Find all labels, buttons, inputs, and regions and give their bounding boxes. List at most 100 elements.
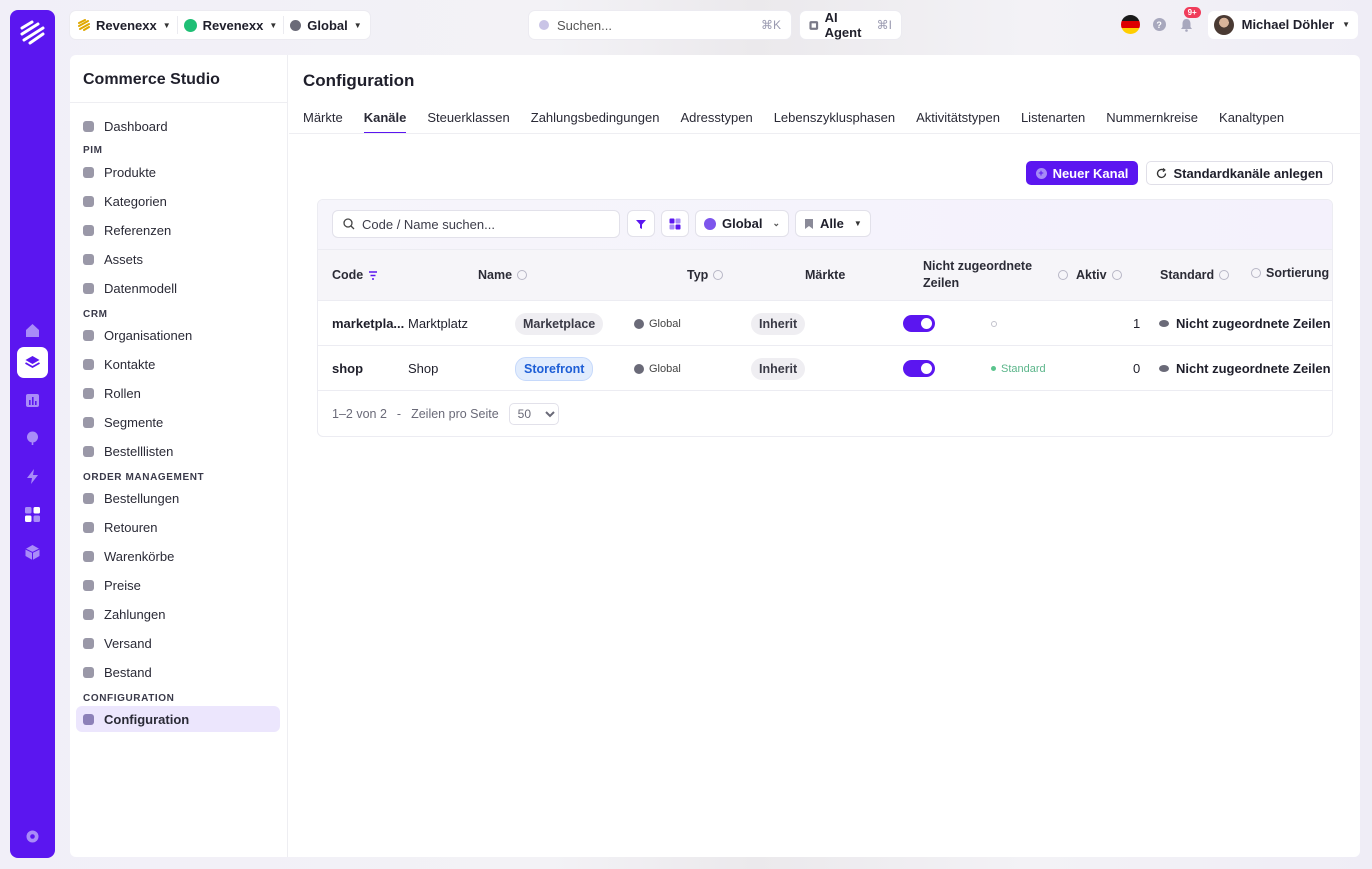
rows-per-page-label: Zeilen pro Seite [411,407,499,421]
market-label: Global [649,362,681,375]
ai-agent-label: AI Agent [824,10,862,40]
home-icon[interactable] [17,315,48,346]
table-row[interactable]: marketpla... Marktplatz Marketplace Glob… [318,301,1332,346]
new-channel-label: Neuer Kanal [1052,165,1129,181]
refresh-icon [1157,167,1167,178]
tenant-switcher[interactable]: Revenexx ▼ [78,16,178,34]
sidebar-item-retouren[interactable]: Retouren [76,514,280,540]
tab-nummernkreise[interactable]: Nummernkreise [1106,110,1198,134]
category-icon [83,195,94,207]
avatar [1213,14,1234,35]
global-search[interactable]: Suchen... ⌘K [529,11,791,39]
search-icon [539,20,549,30]
tab-lebenszyklusphasen[interactable]: Lebenszyklusphasen [774,110,895,134]
box-icon [83,166,94,178]
sidebar-item-produkte[interactable]: Produkte [76,159,280,185]
filter-bar: Global ⌄ Alle ▼ [318,200,1332,249]
user-menu[interactable]: Michael Döhler ▼ [1207,10,1358,39]
shield-icon [83,387,94,399]
apps-grid-icon[interactable] [17,499,48,530]
sidebar-item-referenzen[interactable]: Referenzen [76,217,280,243]
sort-icon [517,270,528,280]
column-header-maerkte[interactable]: Märkte [805,268,845,282]
status-filter-dropdown[interactable]: Alle ▼ [795,210,871,237]
active-toggle[interactable] [903,315,935,332]
app-rail [10,10,55,858]
sidebar-item-warenkoerbe[interactable]: Warenkörbe [76,543,280,569]
cube-icon[interactable] [17,537,48,568]
scope-filter-dropdown[interactable]: Global ⌄ [695,210,789,237]
scope-switcher[interactable]: Global ▼ [290,16,367,34]
sidebar-item-versand[interactable]: Versand [76,630,280,656]
top-right-actions: ? 9+ Michael Döhler ▼ [1120,6,1358,39]
sidebar-item-label: Versand [104,635,152,651]
tab-maerkte[interactable]: Märkte [303,110,343,134]
lightning-icon[interactable] [17,461,48,492]
sidebar-item-bestellungen[interactable]: Bestellungen [76,485,280,511]
column-header-code[interactable]: Code [332,268,378,282]
page-title: Configuration [303,71,415,90]
active-toggle[interactable] [903,360,935,377]
analytics-icon[interactable] [17,385,48,416]
plus-icon: + [1035,167,1047,179]
column-header-sortierung[interactable]: Sortierung [1251,266,1329,280]
column-header-typ[interactable]: Typ [687,268,724,282]
tab-zahlungsbedingungen[interactable]: Zahlungsbedingungen [531,110,660,134]
layers-icon[interactable] [17,347,48,378]
sidebar-item-kategorien[interactable]: Kategorien [76,188,280,214]
sidebar-item-datenmodell[interactable]: Datenmodell [76,275,280,301]
table-row[interactable]: shop Shop Storefront Global Inherit Stan… [318,346,1332,391]
settings-gear-icon[interactable] [17,821,48,852]
sidebar-item-organisationen[interactable]: Organisationen [76,322,280,348]
sidebar-item-assets[interactable]: Assets [76,246,280,272]
column-header-standard[interactable]: Standard [1160,268,1230,282]
tab-adresstypen[interactable]: Adresstypen [680,110,752,134]
sidebar-item-preise[interactable]: Preise [76,572,280,598]
notifications-button[interactable]: 9+ [1179,6,1201,33]
cell-name: Shop [408,361,439,376]
sidebar-item-configuration[interactable]: Configuration [76,706,280,732]
column-header-aktiv[interactable]: Aktiv [1076,268,1122,282]
cell-typ: Marketplace [515,301,604,346]
store-switcher[interactable]: Revenexx ▼ [183,16,285,34]
column-header-unassigned[interactable]: Nicht zugeordnete Zeilen [923,258,1043,292]
globe-icon [290,19,302,31]
location-icon[interactable] [17,423,48,454]
ai-agent-button[interactable]: AI Agent ⌘I [800,10,901,40]
sidebar-item-rollen[interactable]: Rollen [76,380,280,406]
sidebar-item-label: Configuration [104,711,190,727]
standard-radio[interactable] [991,320,997,327]
green-dot-icon [183,18,197,32]
sidebar-item-segmente[interactable]: Segmente [76,409,280,435]
table-search-input[interactable] [362,216,602,232]
sidebar-item-bestelllisten[interactable]: Bestelllisten [76,438,280,464]
globe-icon [634,363,644,374]
sidebar-item-label: Kontakte [104,356,156,372]
column-view-button[interactable] [661,210,689,237]
sort-icon[interactable] [1058,270,1068,280]
filter-button[interactable] [627,210,655,237]
sidebar-item-kontakte[interactable]: Kontakte [76,351,280,377]
column-header-name[interactable]: Name [478,268,528,282]
rows-per-page-select[interactable]: 50 [508,403,559,425]
sidebar-item-bestand[interactable]: Bestand [76,659,280,685]
config-tabs: Märkte Kanäle Steuerklassen Zahlungsbedi… [303,110,1360,134]
create-default-channels-button[interactable]: Standardkanäle anlegen [1146,161,1333,185]
filter-icon [636,219,646,229]
tab-listenarten[interactable]: Listenarten [1021,110,1085,134]
table-search [332,210,620,238]
context-switcher: Revenexx ▼ Revenexx ▼ Global ▼ [70,11,370,39]
tab-aktivitaetstypen[interactable]: Aktivitätstypen [916,110,1000,134]
cell-inherit: Inherit [751,346,806,391]
sidebar-item-label: Bestelllisten [104,443,174,459]
sidebar-item-zahlungen[interactable]: Zahlungen [76,601,280,627]
tab-kanaele[interactable]: Kanäle [363,110,407,134]
help-icon[interactable]: ? [1152,18,1166,31]
app-logo[interactable] [19,19,46,46]
sidebar-item-dashboard[interactable]: Dashboard [76,113,280,139]
new-channel-button[interactable]: + Neuer Kanal [1025,161,1139,185]
tab-steuerklassen[interactable]: Steuerklassen [427,110,509,134]
tab-kanaltypen[interactable]: Kanaltypen [1219,110,1284,134]
language-flag-icon[interactable] [1120,15,1140,34]
sidebar-item-label: Kategorien [104,193,167,209]
